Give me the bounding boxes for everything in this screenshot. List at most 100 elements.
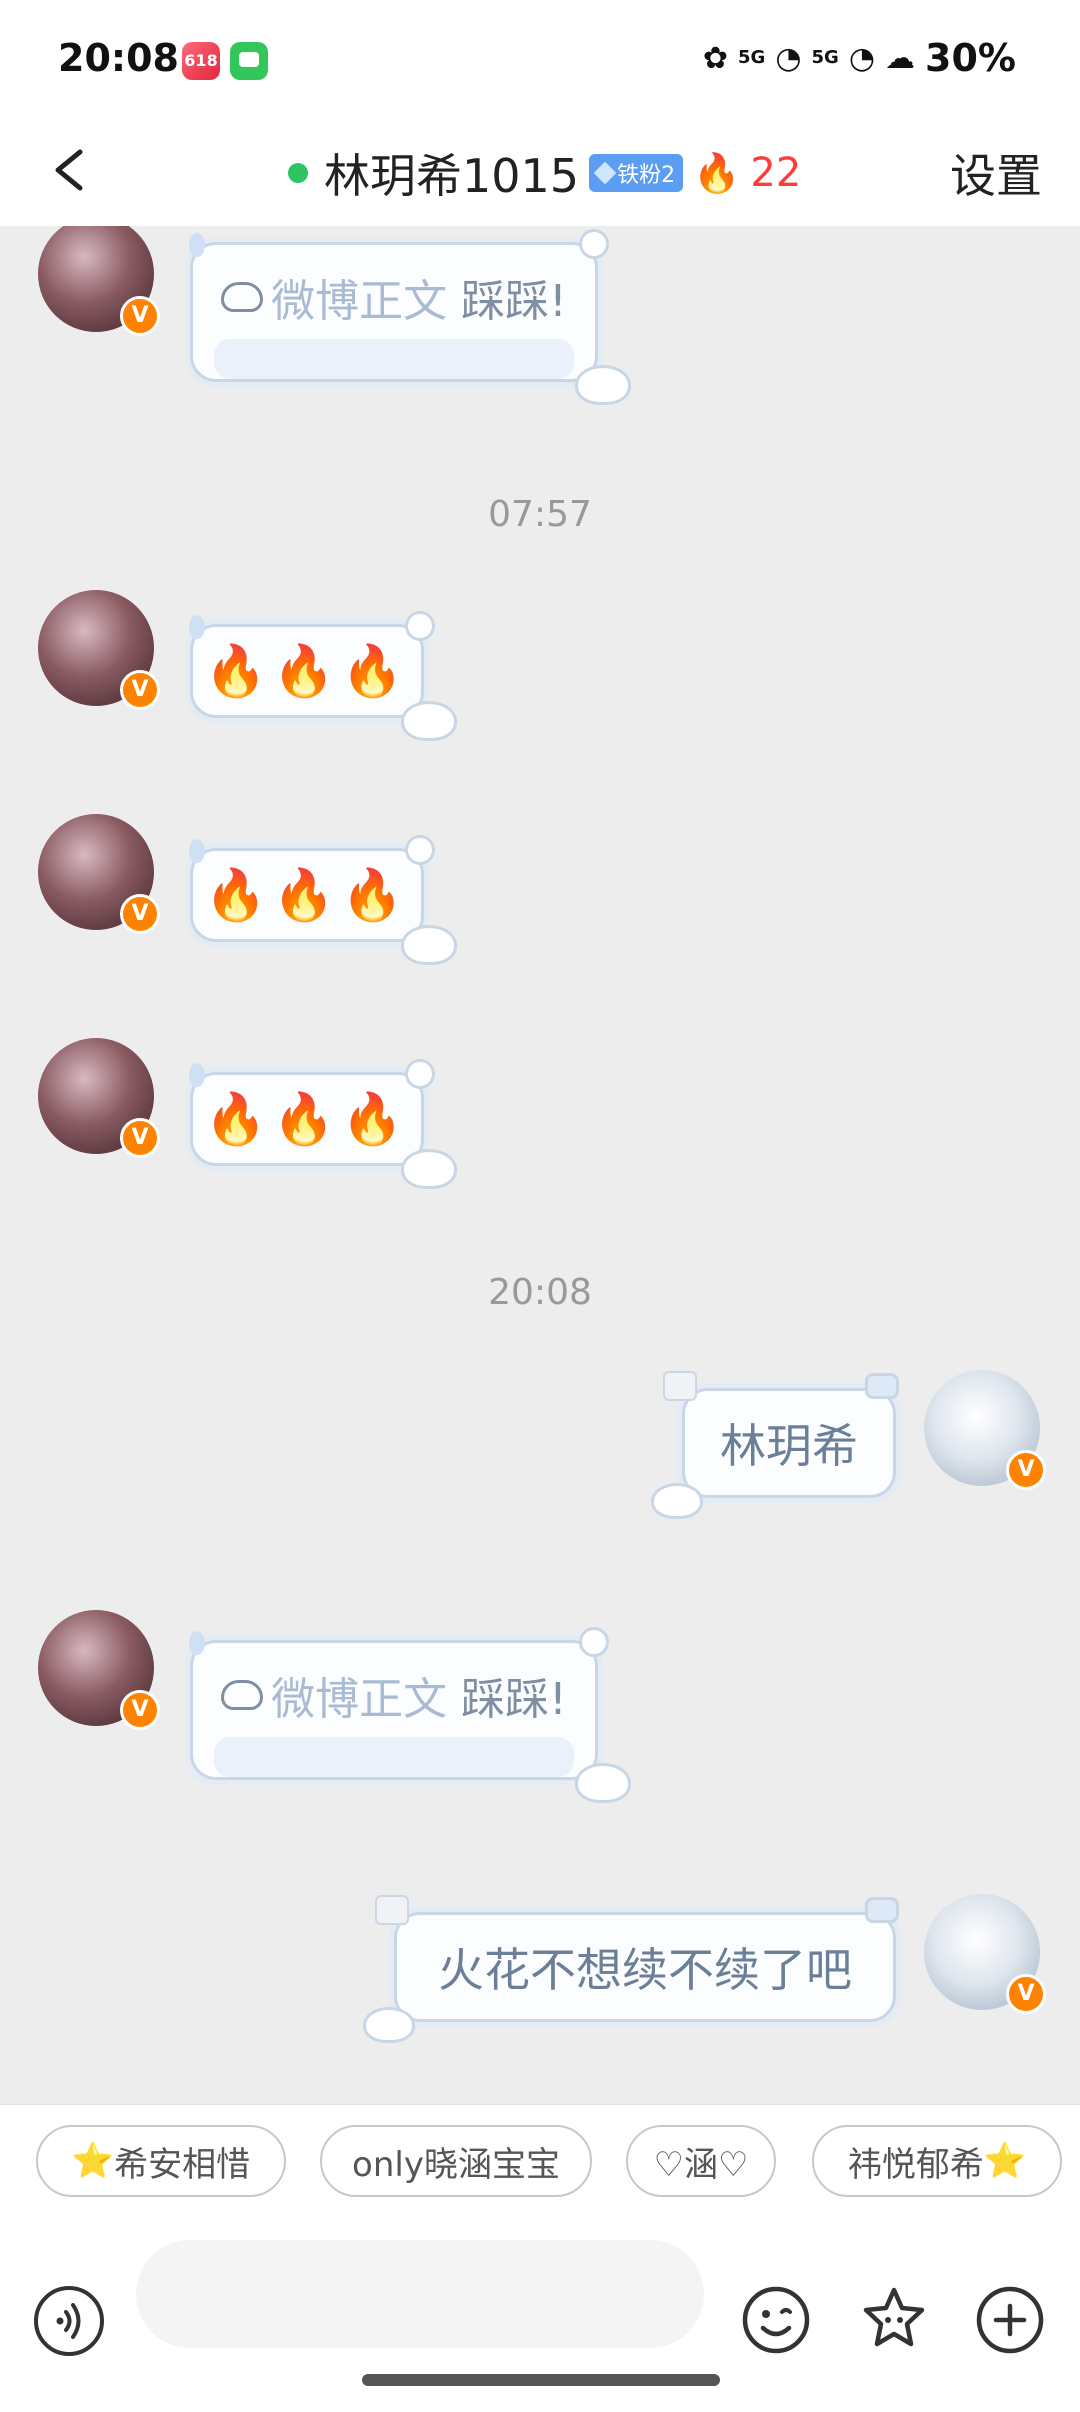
message-text: 🔥🔥🔥 [204,865,410,924]
voice-input-button[interactable] [34,2286,104,2356]
message-bubble-outgoing[interactable]: 火花不想续不续了吧 [363,1895,899,2043]
sticker-button[interactable] [856,2282,932,2358]
quick-reply-chip[interactable]: ♡涵♡ [626,2125,776,2197]
online-status-icon [288,163,308,183]
flower-decoration-icon [579,1627,609,1657]
quick-reply-label: 祎悦郁希 [847,2144,984,2185]
bunny-decoration-icon [401,925,457,965]
decor-icon: ◔ [848,40,876,76]
contact-avatar[interactable]: V [38,226,160,336]
contact-avatar[interactable]: V [38,814,160,934]
chat-title-group[interactable]: 林玥希1015 铁粉2 🔥 22 [288,120,801,226]
weibo-card-preview [214,339,574,379]
message-text-input[interactable] [136,2240,704,2348]
flower-decoration-icon [405,1059,435,1089]
message-app-notification-icon [230,42,268,80]
battery-level: 30% [925,36,1016,80]
verified-badge-icon: V [120,1118,160,1158]
bunny-decoration-icon [575,1763,631,1803]
my-avatar[interactable]: V [924,1894,1046,2014]
fan-level-badge: 铁粉2 [589,154,684,192]
star-icon: ⭐ [71,2141,115,2181]
weibo-card-header: 微博正文 踩踩! [221,1663,567,1727]
message-timestamp: 20:08 [488,1272,592,1313]
verified-badge-icon: V [1006,1974,1046,2014]
bunny-decoration-icon [401,1149,457,1189]
status-bar: 20:08 618 ✿ 5G ◔ 5G ◔ ☁ 30% [0,0,1080,120]
chat-title: 林玥希1015 [324,149,580,203]
bubble-decoration [189,615,205,639]
weibo-post-card[interactable]: 微博正文 踩踩! [189,229,631,405]
bubble-decoration [189,233,205,257]
sticker-star-icon [863,2287,925,2347]
bubble-decoration [189,1063,205,1087]
status-time: 20:08 [58,36,179,80]
bow-decoration-icon [375,1895,409,1925]
bunny-decoration-icon [401,701,457,741]
battery-icon: ☁ [885,40,916,76]
quick-reply-label: 希安相惜 [114,2144,251,2185]
weibo-card-text: 踩踩! [461,276,567,327]
voice-icon [56,2303,81,2339]
weibo-post-card[interactable]: 微博正文 踩踩! [189,1627,631,1803]
heart-decoration-icon [865,1897,899,1923]
chevron-left-icon [55,149,83,191]
home-indicator[interactable] [362,2374,720,2386]
back-button[interactable] [36,130,116,210]
weibo-card-header: 微博正文 踩踩! [221,265,567,329]
message-text: 🔥🔥🔥 [204,641,410,700]
flower-decoration-icon [405,611,435,641]
contact-avatar[interactable]: V [38,1610,160,1730]
signal-5g-1: 5G [738,47,766,68]
quick-reply-chip[interactable]: ⭐ 希安相惜 [36,2125,286,2197]
message-timestamp: 07:57 [488,494,592,535]
message-text: 🔥🔥🔥 [204,1089,410,1148]
fire-streak-count: 22 [750,150,802,196]
emoji-icon [742,2286,810,2354]
quick-reply-label: ♡涵♡ [653,2144,749,2185]
flower-decoration-icon [405,835,435,865]
weibo-card-label: 微博正文 [271,1674,448,1725]
star-icon: ⭐ [983,2141,1027,2181]
weibo-icon [221,282,264,312]
status-indicators: ✿ 5G ◔ 5G ◔ ☁ 30% [703,36,1016,80]
shopping-app-notification-icon: 618 [182,42,220,80]
contact-avatar[interactable]: V [38,1038,160,1158]
message-bubble[interactable]: 🔥🔥🔥 [189,1059,457,1189]
quick-reply-bar: ⭐ 希安相惜 only晓涵宝宝 ♡涵♡ 祎悦郁希 ⭐ [0,2104,1080,2226]
verified-badge-icon: V [120,1690,160,1730]
verified-badge-icon: V [120,296,160,336]
chat-header: 林玥希1015 铁粉2 🔥 22 设置 [0,120,1080,226]
weibo-card-label: 微博正文 [271,276,448,327]
signal-5g-2: 5G [811,47,839,68]
bunny-decoration-icon [363,2007,415,2043]
message-bubble-outgoing[interactable]: 林玥希 [651,1371,899,1519]
message-bubble[interactable]: 🔥🔥🔥 [189,611,457,741]
decor-icon: ✿ [702,40,729,76]
quick-reply-chip[interactable]: 祎悦郁希 ⭐ [812,2125,1062,2197]
fire-icon: 🔥 [693,150,741,195]
message-text: 林玥希 [720,1419,858,1473]
quick-reply-chip[interactable]: only晓涵宝宝 [320,2125,592,2197]
weibo-card-preview [214,1737,574,1777]
decor-icon: ◔ [775,40,802,76]
verified-badge-icon: V [120,670,160,710]
contact-avatar[interactable]: V [38,590,160,710]
add-icon [976,2286,1044,2354]
message-text: 火花不想续不续了吧 [438,1943,852,1997]
verified-badge-icon: V [120,894,160,934]
chat-message-list[interactable]: V 微博正文 踩踩! 07:57 V 🔥🔥🔥 V 🔥🔥🔥 V 🔥🔥🔥 20:08… [0,226,1080,2104]
my-avatar[interactable]: V [924,1370,1046,1490]
diamond-icon [593,161,617,185]
heart-decoration-icon [865,1373,899,1399]
bunny-decoration-icon [575,365,631,405]
flower-decoration-icon [579,229,609,259]
message-bubble[interactable]: 🔥🔥🔥 [189,835,457,965]
emoji-button[interactable] [738,2282,814,2358]
verified-badge-icon: V [1006,1450,1046,1490]
add-button[interactable] [972,2282,1048,2358]
fan-level-label: 铁粉2 [617,163,676,188]
settings-button[interactable]: 设置 [950,140,1042,206]
bow-decoration-icon [663,1371,697,1401]
bubble-decoration [189,1631,205,1655]
